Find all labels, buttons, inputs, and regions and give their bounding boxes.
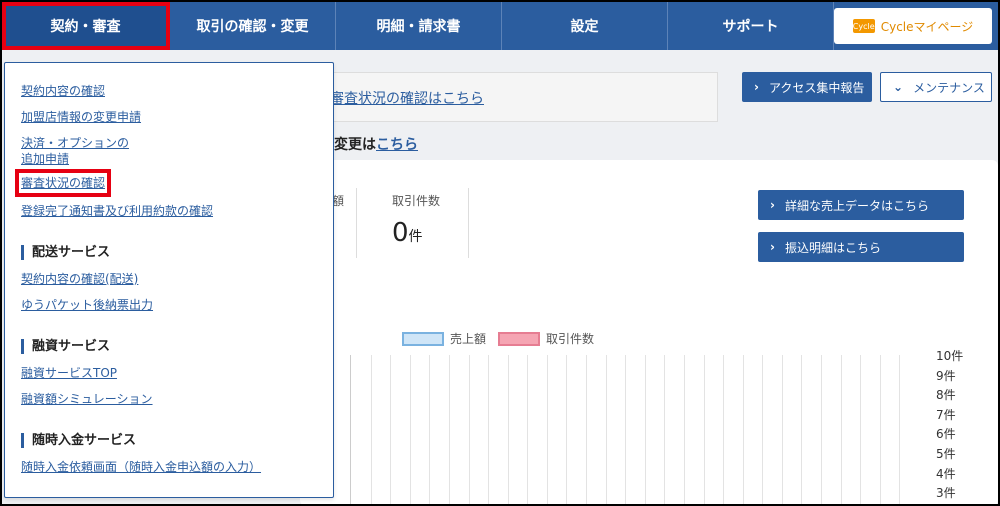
chart-gridline	[625, 355, 627, 506]
chart-gridline	[899, 355, 901, 506]
menu-link-delivery-contract[interactable]: 契約内容の確認(配送)	[21, 271, 138, 287]
chart-gridline	[840, 355, 842, 506]
chart-gridline	[429, 355, 431, 506]
cycle-logo-icon: Cycle	[852, 19, 875, 33]
chart-gridline	[781, 355, 783, 506]
chart-gridline	[762, 355, 764, 506]
chart-gridline	[723, 355, 725, 506]
chart-gridline	[527, 355, 529, 506]
detail-sales-label: 詳細な売上データはこちら	[784, 198, 929, 213]
chart-gridline	[586, 355, 588, 506]
chevron-down-icon: ⌄	[893, 80, 904, 94]
access-report-label: アクセス集中報告	[768, 80, 865, 95]
y-tick-label: 3件	[936, 486, 956, 501]
chart-gridline	[448, 355, 450, 506]
chevron-right-icon: ›	[754, 80, 759, 94]
chart-gridline	[821, 355, 823, 506]
menu-link-deposit-request[interactable]: 随時入金依頼画面（随時入金申込額の入力）	[21, 459, 261, 475]
global-nav: 契約・審査 取引の確認・変更 明細・請求書 設定 サポート Cycle Cycl…	[2, 2, 998, 50]
y-tick-label: 9件	[936, 368, 956, 383]
chart-gridline	[370, 355, 372, 506]
legend-swatch-sales	[402, 331, 444, 346]
nav-statements[interactable]: 明細・請求書	[336, 2, 502, 50]
menu-link-review-status[interactable]: 審査状況の確認	[14, 169, 112, 197]
chevron-right-icon: ›	[770, 240, 775, 254]
y-tick-label: 5件	[936, 447, 956, 461]
y-tick-label: 4件	[936, 466, 956, 481]
chart-gridline	[860, 355, 862, 506]
count-unit: 件	[408, 229, 423, 245]
chart-gridline	[683, 355, 685, 506]
access-report-button[interactable]: › アクセス集中報告	[742, 72, 872, 102]
nav-label: 契約・審査	[50, 19, 121, 35]
chart-gridline	[742, 355, 744, 506]
transfer-statement-label: 振込明細はこちら	[784, 240, 881, 255]
chart-gridline	[409, 355, 411, 506]
divider	[356, 188, 357, 258]
chart-gridline	[390, 355, 392, 506]
nav-settings[interactable]: 設定	[502, 2, 668, 50]
review-status-link[interactable]: 審査状況の確認はこちら	[330, 88, 484, 108]
cycle-mypage-label: Cycleマイページ	[880, 19, 974, 34]
legend-swatch-count	[498, 331, 540, 346]
legend-label-sales: 売上額	[450, 332, 487, 346]
chart-gridline	[488, 355, 490, 506]
chart-gridline	[703, 355, 705, 506]
count-metric-label: 取引件数	[392, 194, 441, 208]
legend-count: 取引件数	[498, 330, 594, 347]
nav-support[interactable]: サポート	[668, 2, 834, 50]
chart-gridline	[605, 355, 607, 506]
divider	[468, 188, 469, 258]
section-heading-deposit: 随時入金サービス	[21, 433, 136, 448]
chevron-right-icon: ›	[770, 198, 775, 212]
y-tick-label: 8件	[936, 388, 956, 403]
menu-link-merchant-info-change[interactable]: 加盟店情報の変更申請	[21, 109, 141, 125]
chart-gridline	[468, 355, 470, 506]
menu-link-finance-simulation[interactable]: 融資額シミュレーション	[21, 391, 153, 407]
nav-label: 明細・請求書	[376, 19, 461, 35]
menu-link-finance-top[interactable]: 融資サービスTOP	[21, 365, 117, 381]
chart-gridline	[546, 355, 548, 506]
contract-review-dropdown: 契約内容の確認 加盟店情報の変更申請 決済・オプションの 追加申請 審査状況の確…	[4, 62, 334, 498]
menu-link-contract-details[interactable]: 契約内容の確認	[21, 83, 105, 99]
count-value: 0	[392, 218, 409, 248]
y-tick-label: 7件	[936, 407, 956, 422]
menu-link-payment-option-add-line2[interactable]: 追加申請	[21, 151, 69, 167]
nav-label: 設定	[570, 19, 599, 35]
legend-label-count: 取引件数	[546, 332, 595, 346]
chart-plot-area	[350, 355, 918, 506]
y-tick-label: 10件	[936, 349, 964, 363]
section-heading-delivery: 配送サービス	[21, 245, 110, 260]
chart-gridline	[879, 355, 881, 506]
chart-gridline	[566, 355, 568, 506]
nav-label: サポート	[722, 19, 779, 35]
chart-gridline	[507, 355, 509, 506]
detail-sales-button[interactable]: › 詳細な売上データはこちら	[758, 190, 964, 220]
nav-transactions[interactable]: 取引の確認・変更	[170, 2, 336, 50]
legend-sales: 売上額	[402, 330, 486, 347]
maintenance-label: メンテナンス	[913, 80, 985, 95]
nav-label: 取引の確認・変更	[196, 19, 309, 35]
menu-link-payment-option-add[interactable]: 決済・オプションの	[21, 135, 129, 151]
chart-gridline	[664, 355, 666, 506]
menu-link-registration-notice[interactable]: 登録完了通知書及び利用約款の確認	[21, 203, 213, 219]
change-link[interactable]: こちら	[376, 137, 418, 153]
section-heading-finance: 融資サービス	[21, 339, 110, 354]
chart-gridline	[644, 355, 646, 506]
count-metric-value: 0件	[392, 218, 423, 248]
chart-gridline	[801, 355, 803, 506]
menu-link-yupacket-slip[interactable]: ゆうパケット後納票出力	[21, 297, 153, 313]
nav-contract-review[interactable]: 契約・審査	[2, 2, 170, 50]
y-tick-label: 6件	[936, 427, 956, 442]
transfer-statement-button[interactable]: › 振込明細はこちら	[758, 232, 964, 262]
change-notice: ご変更はこちら	[320, 134, 418, 154]
maintenance-button[interactable]: ⌄ メンテナンス	[880, 72, 992, 102]
cycle-mypage-button[interactable]: Cycle Cycleマイページ	[834, 8, 992, 44]
